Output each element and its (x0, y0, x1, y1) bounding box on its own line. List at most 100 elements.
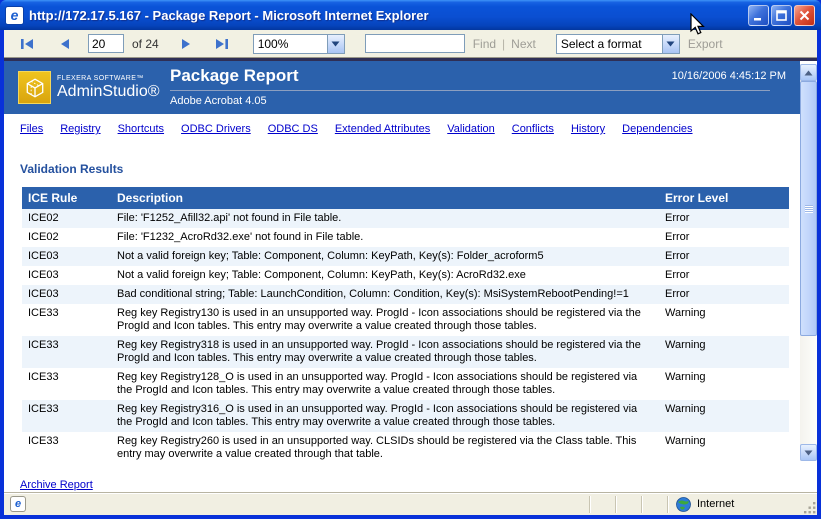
cell-level: Error (659, 285, 789, 304)
chevron-down-icon (327, 35, 344, 53)
previous-page-icon (60, 38, 70, 50)
first-page-button[interactable] (16, 34, 38, 54)
cell-level: Error (659, 247, 789, 266)
report-page: FLEXERA SOFTWARE™ AdminStudio® Package R… (4, 61, 800, 492)
globe-icon (676, 497, 691, 512)
nav-link-dependencies[interactable]: Dependencies (622, 123, 692, 135)
status-panel (616, 496, 642, 513)
column-header-ice-rule: ICE Rule (22, 187, 109, 209)
report-nav: Files Registry Shortcuts ODBC Drivers ODBC D… (4, 114, 800, 135)
page-number-input[interactable] (88, 34, 124, 53)
maximize-icon (776, 10, 787, 21)
cell-level: Warning (659, 336, 789, 368)
previous-page-button[interactable] (54, 34, 76, 54)
security-zone-panel: Internet (668, 496, 801, 513)
zoom-select[interactable]: 100% (253, 34, 345, 54)
status-bar: e Internet (4, 492, 817, 515)
chevron-down-icon (804, 450, 813, 456)
scroll-down-button[interactable] (800, 444, 817, 461)
cell-desc: Not a valid foreign key; Table: Componen… (109, 266, 659, 285)
cell-desc: File: 'F1252_Afill32.api' not found in F… (109, 209, 659, 228)
cell-level: Warning (659, 304, 789, 336)
cell-rule: ICE03 (22, 247, 109, 266)
browser-viewport: FLEXERA SOFTWARE™ AdminStudio® Package R… (4, 58, 817, 492)
last-page-button[interactable] (211, 34, 233, 54)
adminstudio-logo: FLEXERA SOFTWARE™ AdminStudio® (18, 71, 170, 104)
nav-link-validation[interactable]: Validation (447, 123, 495, 135)
nav-link-odbc-ds[interactable]: ODBC DS (268, 123, 318, 135)
cell-desc: Reg key Registry316_O is used in an unsu… (109, 400, 659, 432)
package-name: Adobe Acrobat 4.05 (170, 95, 770, 107)
report-toolbar: of 24 100% Find | Next Select a format E… (4, 30, 817, 58)
cell-level: Warning (659, 432, 789, 464)
scrollbar-grip (805, 204, 813, 213)
scroll-up-button[interactable] (800, 64, 817, 81)
cell-rule: ICE03 (22, 266, 109, 285)
chevron-up-icon (804, 70, 813, 76)
cell-level: Error (659, 266, 789, 285)
page-count-label: of 24 (132, 37, 159, 51)
cell-level: Error (659, 209, 789, 228)
find-text-input[interactable] (365, 34, 465, 53)
next-page-icon (181, 38, 191, 50)
column-header-description: Description (109, 187, 659, 209)
nav-link-conflicts[interactable]: Conflicts (512, 123, 554, 135)
table-row: ICE33Reg key Registry128_O is used in an… (22, 368, 789, 400)
section-title: Validation Results (20, 162, 800, 176)
internet-explorer-icon: e (6, 7, 23, 24)
cell-level: Error (659, 228, 789, 247)
resize-grip[interactable] (801, 499, 817, 515)
scrollbar-thumb[interactable] (800, 81, 817, 336)
next-page-button[interactable] (175, 34, 197, 54)
validation-results-table: ICE Rule Description Error Level ICE02Fi… (22, 187, 789, 464)
first-page-icon (20, 38, 34, 50)
cell-level: Warning (659, 400, 789, 432)
archive-report-link[interactable]: Archive Report (20, 479, 93, 491)
cell-desc: Not a valid foreign key; Table: Componen… (109, 247, 659, 266)
cell-rule: ICE33 (22, 304, 109, 336)
close-button[interactable] (794, 5, 815, 26)
table-header-row: ICE Rule Description Error Level (22, 187, 789, 209)
validation-table-body: ICE02File: 'F1252_Afill32.api' not found… (22, 209, 789, 464)
report-header-banner: FLEXERA SOFTWARE™ AdminStudio® Package R… (4, 61, 800, 114)
minimize-button[interactable] (748, 5, 769, 26)
cell-rule: ICE33 (22, 336, 109, 368)
status-panel (590, 496, 616, 513)
table-row: ICE33Reg key Registry260 is used in an u… (22, 432, 789, 464)
nav-link-history[interactable]: History (571, 123, 605, 135)
title-bar: e http://172.17.5.167 - Package Report -… (0, 0, 821, 30)
table-row: ICE02File: 'F1252_Afill32.api' not found… (22, 209, 789, 228)
cell-desc: Reg key Registry260 is used in an unsupp… (109, 432, 659, 464)
find-next-button[interactable]: Next (511, 37, 536, 51)
nav-link-odbc-drivers[interactable]: ODBC Drivers (181, 123, 251, 135)
export-format-select[interactable]: Select a format (556, 34, 680, 54)
status-panel (642, 496, 668, 513)
cell-rule: ICE02 (22, 228, 109, 247)
table-row: ICE02File: 'F1232_AcroRd32.exe' not foun… (22, 228, 789, 247)
find-button[interactable]: Find (473, 37, 496, 51)
security-zone-label: Internet (697, 498, 734, 510)
export-format-value: Select a format (557, 37, 662, 51)
table-row: ICE03Not a valid foreign key; Table: Com… (22, 247, 789, 266)
nav-link-files[interactable]: Files (20, 123, 43, 135)
nav-link-shortcuts[interactable]: Shortcuts (118, 123, 164, 135)
cell-desc: Reg key Registry128_O is used in an unsu… (109, 368, 659, 400)
status-document-icon: e (4, 496, 32, 513)
table-row: ICE33Reg key Registry130 is used in an u… (22, 304, 789, 336)
nav-link-registry[interactable]: Registry (60, 123, 100, 135)
close-icon (799, 10, 810, 21)
table-row: ICE03Not a valid foreign key; Table: Com… (22, 266, 789, 285)
vertical-scrollbar[interactable] (800, 64, 817, 461)
find-next-separator: | (502, 37, 505, 51)
brand-top-label: FLEXERA SOFTWARE™ (57, 75, 160, 82)
window-title: http://172.17.5.167 - Package Report - M… (29, 8, 748, 23)
cell-rule: ICE02 (22, 209, 109, 228)
export-button[interactable]: Export (688, 37, 723, 51)
nav-link-extended-attributes[interactable]: Extended Attributes (335, 123, 430, 135)
brand-name-label: AdminStudio® (57, 83, 160, 101)
status-message-panel (32, 496, 590, 513)
cell-rule: ICE03 (22, 285, 109, 304)
column-header-error-level: Error Level (659, 187, 789, 209)
maximize-button[interactable] (771, 5, 792, 26)
last-page-icon (215, 38, 229, 50)
